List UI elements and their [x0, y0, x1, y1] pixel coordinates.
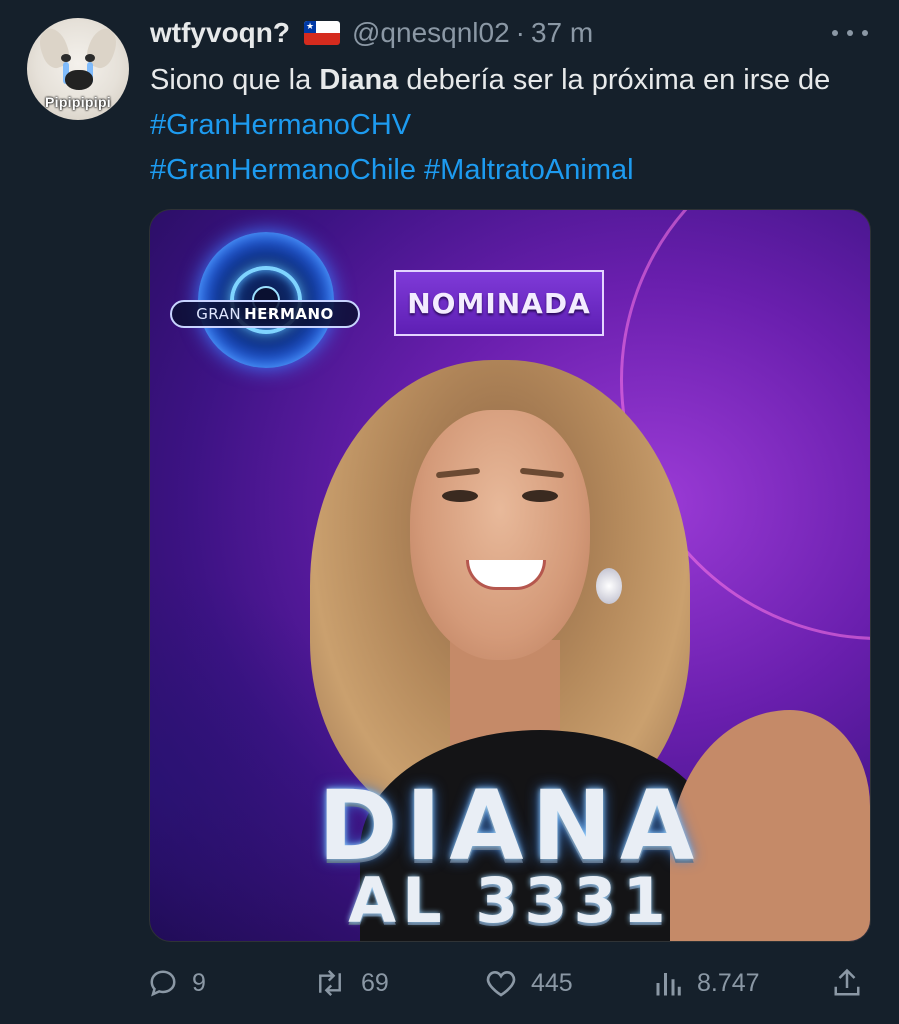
tweet-header: wtfyvoqn? ★ @qnesqnl02 · 37 m [150, 14, 593, 52]
logo-wordmark: GRAN HERMANO [170, 300, 360, 328]
separator-dot: · [515, 17, 525, 48]
hashtag-link[interactable]: #GranHermanoChile [150, 154, 416, 186]
retweet-count: 69 [361, 968, 389, 997]
eye-left [442, 490, 478, 502]
dog-nose [65, 70, 93, 90]
reply-icon [150, 970, 176, 997]
analytics-icon [656, 973, 681, 996]
reply-button[interactable]: 9 [148, 958, 206, 1008]
tweet-text: Siono que la Diana debería ser la próxim… [150, 58, 870, 193]
tweet[interactable]: Pipipipipi wtfyvoqn? ★ @qnesqnl02 · 37 m… [0, 0, 899, 1024]
vote-number: AL 3331 [348, 864, 672, 937]
eye-right [522, 490, 558, 502]
hashtag-link[interactable]: #MaltratoAnimal [424, 154, 634, 186]
text-after: debería ser la próxima en irse de [398, 64, 831, 96]
heart-icon [486, 970, 516, 997]
reply-count: 9 [192, 968, 206, 997]
display-name[interactable]: wtfyvoqn? [150, 17, 290, 49]
earring [596, 568, 622, 604]
dog-eye-right [85, 54, 95, 62]
avatar[interactable]: Pipipipipi [27, 18, 129, 120]
text-bold: Diana [319, 64, 399, 96]
logo-word-gran: GRAN [196, 305, 242, 323]
nominee-badge: NOMINADA [394, 270, 604, 336]
tweet-image[interactable]: GRAN HERMANO NOMINADA DIANA AL 3331 [149, 209, 871, 942]
face [410, 410, 590, 660]
badge-label: NOMINADA [407, 286, 591, 320]
views-button[interactable]: 8.747 [653, 958, 760, 1008]
action-bar: 9 69 445 8.747 [148, 958, 872, 1008]
views-count: 8.747 [697, 968, 760, 997]
retweet-button[interactable]: 69 [313, 958, 389, 1008]
share-icon [834, 968, 860, 996]
chile-flag-icon: ★ [304, 21, 340, 45]
more-options-icon[interactable] [832, 22, 868, 44]
share-button[interactable] [832, 958, 862, 1008]
like-count: 445 [531, 968, 573, 997]
user-handle[interactable]: @qnesqnl02 [352, 17, 510, 49]
text-before: Siono que la [150, 64, 320, 96]
logo-word-hermano: HERMANO [244, 305, 334, 323]
dog-eye-left [61, 54, 71, 62]
retweet-icon [319, 969, 341, 997]
like-button[interactable]: 445 [485, 958, 573, 1008]
timestamp[interactable]: 37 m [531, 17, 593, 49]
avatar-caption: Pipipipipi [45, 94, 111, 110]
hashtag-link[interactable]: #GranHermanoCHV [150, 109, 411, 141]
